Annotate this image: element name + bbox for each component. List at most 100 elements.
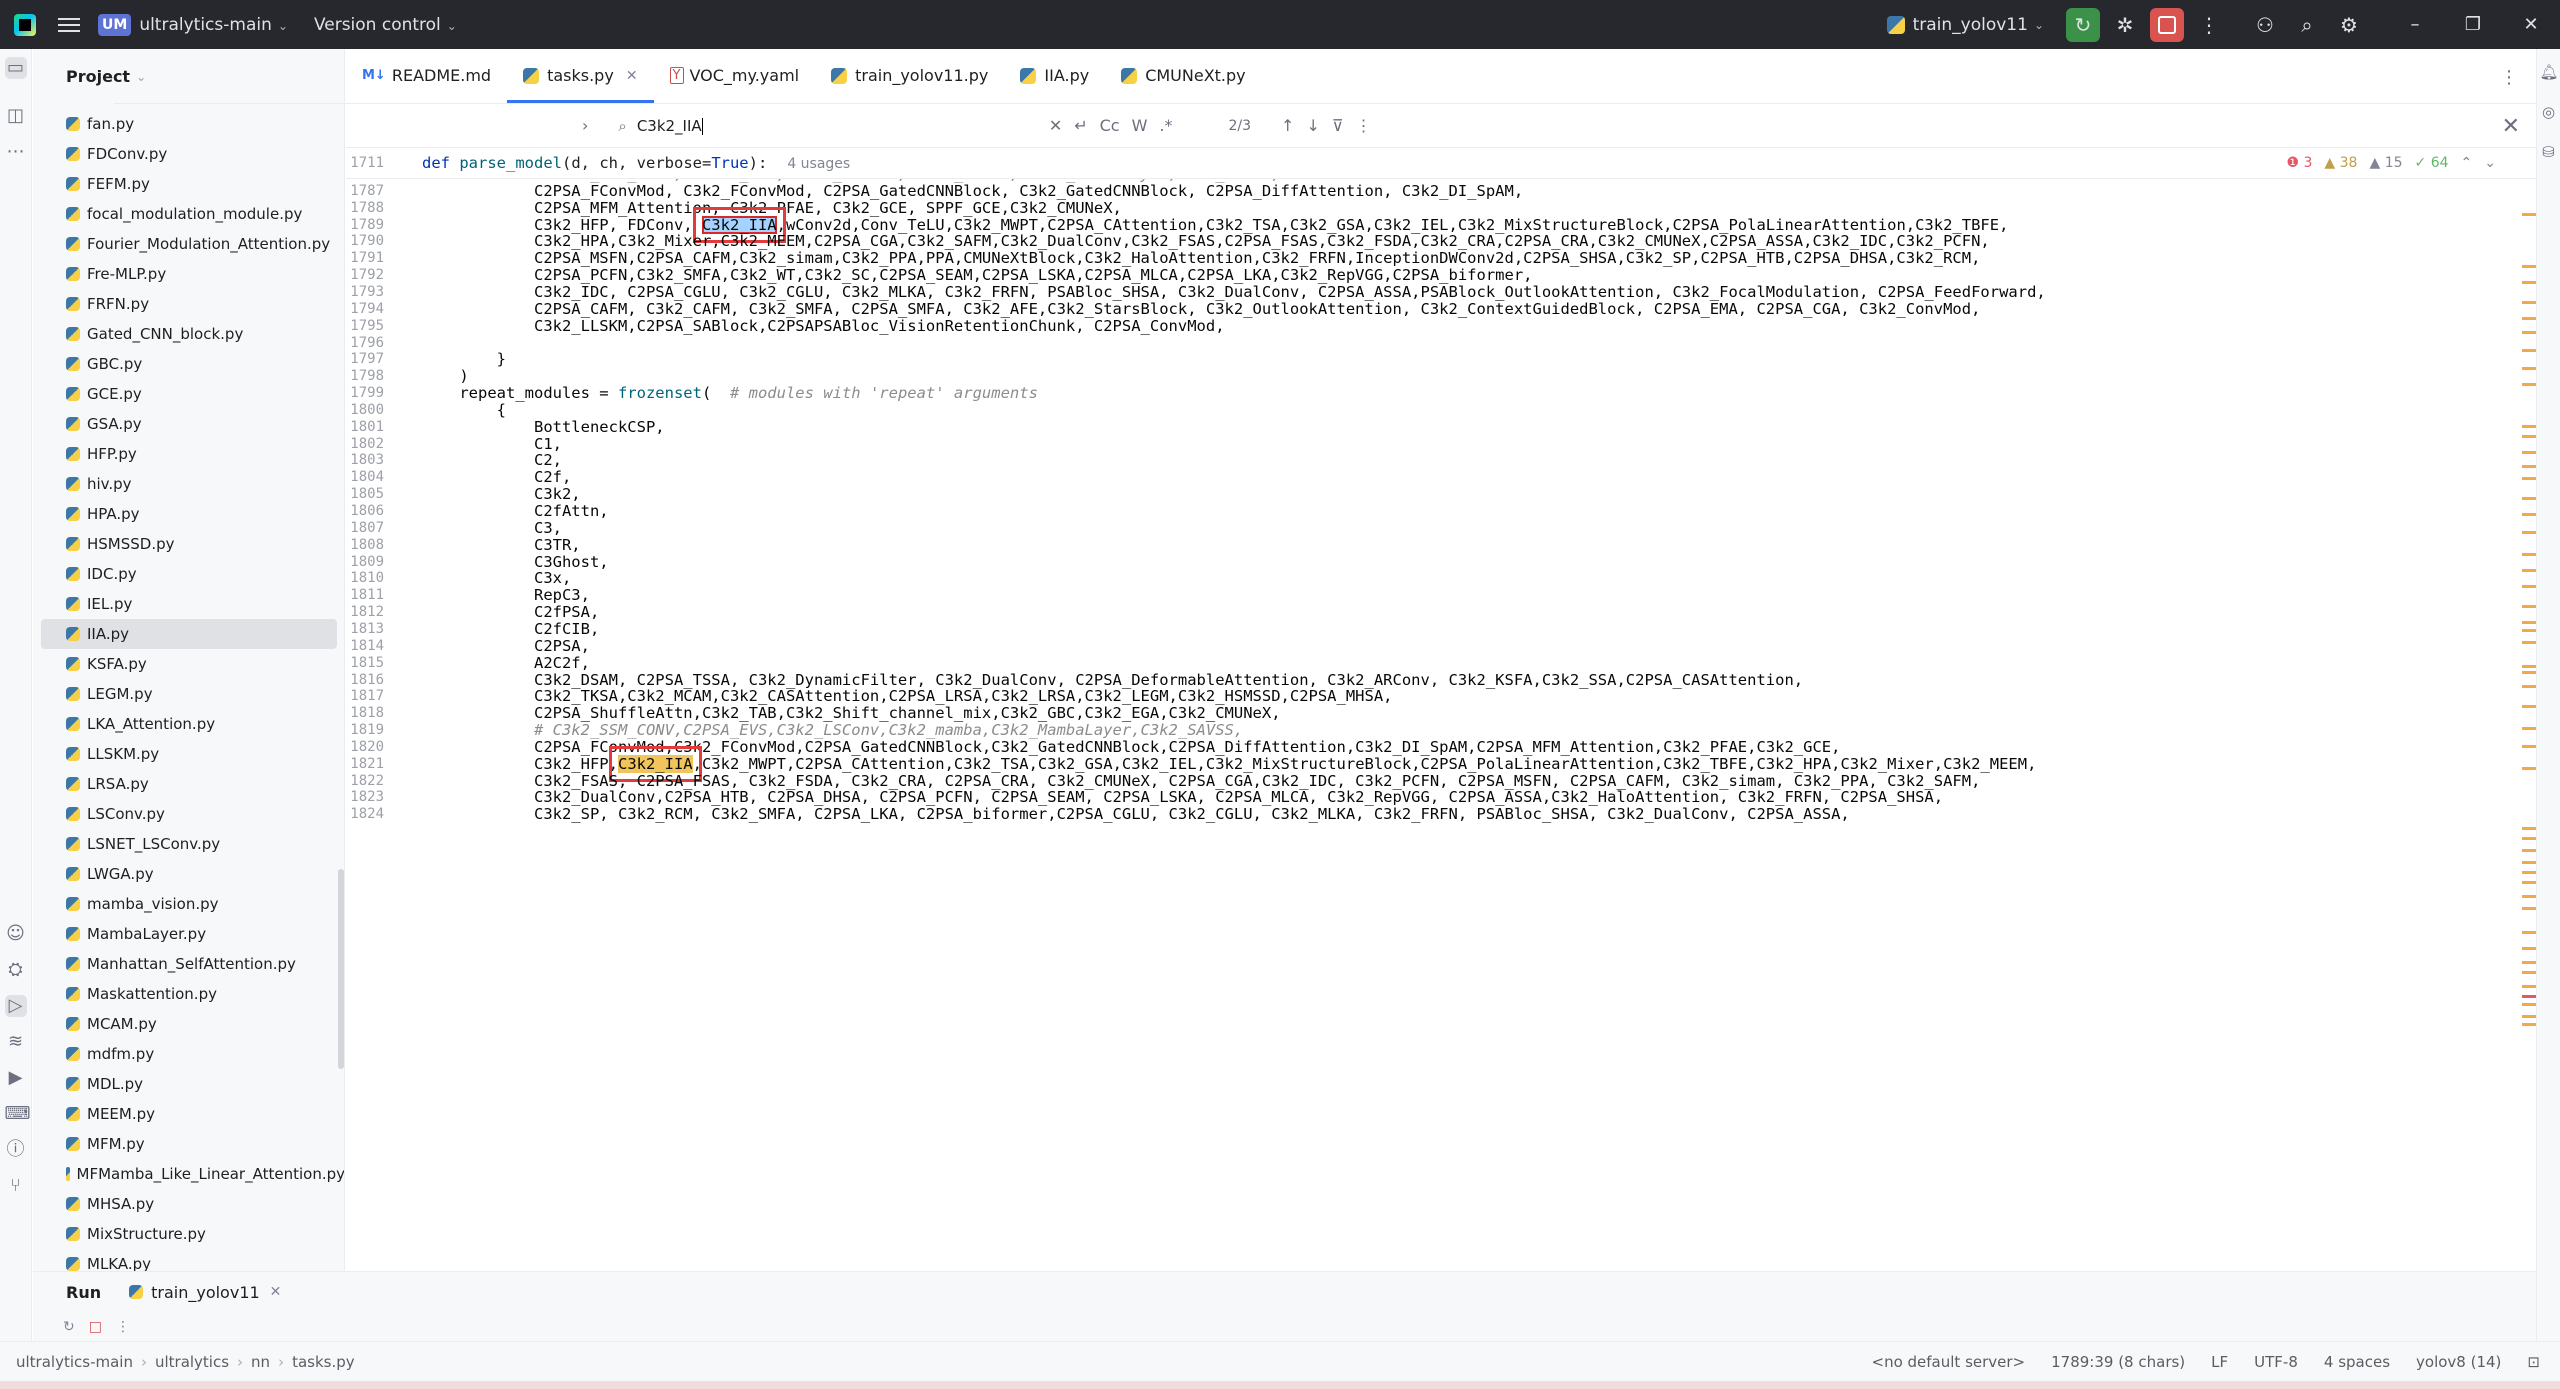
stripe-marker[interactable]	[2522, 827, 2536, 830]
find-input[interactable]: C3k2_IIA	[637, 117, 1037, 135]
file-tree-item[interactable]: focal_modulation_module.py	[33, 199, 344, 229]
breadcrumb-item[interactable]: ultralytics-main	[16, 1353, 133, 1371]
stripe-marker[interactable]	[2522, 871, 2536, 874]
file-encoding[interactable]: UTF-8	[2254, 1353, 2298, 1371]
stripe-marker[interactable]	[2522, 1015, 2536, 1018]
stripe-marker[interactable]	[2522, 931, 2536, 934]
tab-iia-py[interactable]: IIA.py	[1004, 48, 1105, 103]
file-tree-item[interactable]: LEGM.py	[33, 679, 344, 709]
more-tools-icon[interactable]: ⋯	[5, 141, 27, 163]
file-tree-item[interactable]: HFP.py	[33, 439, 344, 469]
file-tree-item[interactable]: MambaLayer.py	[33, 919, 344, 949]
file-tree-item[interactable]: MHSA.py	[33, 1189, 344, 1219]
file-tree-item[interactable]: MFM.py	[33, 1129, 344, 1159]
file-tree-item[interactable]: MCAM.py	[33, 1009, 344, 1039]
close-find-icon[interactable]: ✕	[2502, 114, 2520, 139]
file-tree-item[interactable]: GBC.py	[33, 349, 344, 379]
file-tree-item[interactable]: FEFM.py	[33, 169, 344, 199]
stripe-marker[interactable]	[2522, 985, 2536, 988]
stripe-marker[interactable]	[2522, 425, 2536, 428]
restore-button[interactable]: ❐	[2444, 14, 2502, 35]
tab-cmunext-py[interactable]: CMUNeXt.py	[1105, 48, 1261, 103]
stripe-marker[interactable]	[2522, 705, 2536, 708]
file-tree-item[interactable]: MFMamba_Like_Linear_Attention.py	[33, 1159, 344, 1189]
terminal-icon[interactable]: ⌨	[5, 1103, 31, 1125]
stripe-marker[interactable]	[2522, 1003, 2536, 1006]
git-icon[interactable]: ⑂	[5, 1175, 27, 1197]
file-tree-item[interactable]: MixStructure.py	[33, 1219, 344, 1249]
whole-word-toggle[interactable]: W	[1132, 116, 1148, 135]
add-user-icon[interactable]: ⚇	[2248, 8, 2282, 42]
stripe-marker[interactable]	[2522, 383, 2536, 386]
next-occurrence-icon[interactable]: ↓	[1306, 116, 1319, 135]
stripe-marker[interactable]	[2522, 317, 2536, 320]
services-icon[interactable]: ▶	[5, 1067, 27, 1089]
tab-readme-md[interactable]: M↓ README.md	[346, 48, 507, 103]
stripe-marker[interactable]	[2522, 367, 2536, 370]
stop-icon[interactable]: □	[89, 1319, 102, 1335]
close-tab-icon[interactable]: ✕	[626, 68, 638, 84]
stripe-marker[interactable]	[2522, 767, 2536, 770]
breadcrumb-item[interactable]: tasks.py	[292, 1353, 355, 1371]
tabs-more-icon[interactable]: ⋮	[2500, 67, 2518, 88]
more-icon[interactable]: ⋮	[116, 1319, 130, 1335]
python-packages-icon[interactable]: ⛭	[5, 959, 27, 981]
file-tree-item[interactable]: mdfm.py	[33, 1039, 344, 1069]
file-tree-item[interactable]: LRSA.py	[33, 769, 344, 799]
file-tree-item[interactable]: Maskattention.py	[33, 979, 344, 1009]
breadcrumb-item[interactable]: nn	[251, 1353, 270, 1371]
database-icon[interactable]: ⛁	[2540, 143, 2558, 161]
stripe-marker[interactable]	[2522, 745, 2536, 748]
stripe-marker[interactable]	[2522, 349, 2536, 352]
stripe-marker[interactable]	[2522, 477, 2536, 480]
stripe-marker[interactable]	[2522, 641, 2536, 644]
minimize-button[interactable]: –	[2386, 14, 2444, 35]
stripe-marker[interactable]	[2522, 301, 2536, 304]
clear-search-icon[interactable]: ✕	[1049, 116, 1062, 135]
lock-icon[interactable]: ⊡	[2527, 1353, 2540, 1371]
stripe-marker[interactable]	[2522, 881, 2536, 884]
stripe-marker[interactable]	[2522, 465, 2536, 468]
caret-position[interactable]: 1789:39 (8 chars)	[2051, 1353, 2185, 1371]
stripe-marker[interactable]	[2522, 629, 2536, 632]
file-tree-item[interactable]: LSNET_LSConv.py	[33, 829, 344, 859]
debug-icon[interactable]: ✲	[2108, 8, 2142, 42]
main-menu-icon[interactable]	[58, 17, 80, 32]
file-tree-item[interactable]: Fre-MLP.py	[33, 259, 344, 289]
file-tree-item[interactable]: FRFN.py	[33, 289, 344, 319]
file-tree-item[interactable]: fan.py	[33, 109, 344, 139]
stripe-marker[interactable]	[2522, 971, 2536, 974]
filter-icon[interactable]: ⊽	[1332, 116, 1344, 135]
ai-assistant-icon[interactable]: ☺	[5, 923, 27, 945]
stripe-marker[interactable]	[2522, 585, 2536, 588]
file-tree-item[interactable]: GSA.py	[33, 409, 344, 439]
stripe-marker[interactable]	[2522, 849, 2536, 852]
file-tree-item[interactable]: FDConv.py	[33, 139, 344, 169]
history-icon[interactable]: ↵	[1074, 116, 1087, 135]
file-tree-item[interactable]: HPA.py	[33, 499, 344, 529]
close-icon[interactable]: ✕	[270, 1284, 282, 1300]
error-marker[interactable]	[2522, 995, 2536, 998]
stripe-marker[interactable]	[2522, 671, 2536, 674]
stripe-marker[interactable]	[2522, 281, 2536, 284]
inspection-widget[interactable]: ❶ 3 ▲ 38 ▲ 15 ✓ 64 ⌃ ⌄	[2286, 155, 2496, 171]
stripe-marker[interactable]	[2522, 213, 2536, 216]
notifications-icon[interactable]: 🔔︎	[2540, 63, 2559, 81]
prev-highlight-icon[interactable]: ⌃	[2461, 155, 2473, 171]
run-tab[interactable]: train_yolov11 ✕	[129, 1283, 281, 1302]
file-tree-item[interactable]: MDL.py	[33, 1069, 344, 1099]
find-more-icon[interactable]: ⋮	[1356, 116, 1372, 135]
next-highlight-icon[interactable]: ⌄	[2484, 155, 2496, 171]
file-tree-item[interactable]: IIA.py	[41, 619, 337, 649]
stripe-marker[interactable]	[2522, 895, 2536, 898]
stripe-marker[interactable]	[2522, 1023, 2536, 1026]
file-tree-item[interactable]: LWGA.py	[33, 859, 344, 889]
stripe-marker[interactable]	[2522, 553, 2536, 556]
file-tree-item[interactable]: KSFA.py	[33, 649, 344, 679]
pycharm-logo-icon[interactable]	[14, 13, 36, 36]
file-tree-item[interactable]: MEEM.py	[33, 1099, 344, 1129]
settings-gear-icon[interactable]: ⚙	[2332, 8, 2366, 42]
more-actions-icon[interactable]: ⋮	[2192, 8, 2226, 42]
scrollbar[interactable]	[338, 869, 344, 1069]
expand-replace-icon[interactable]: ›	[582, 116, 588, 135]
